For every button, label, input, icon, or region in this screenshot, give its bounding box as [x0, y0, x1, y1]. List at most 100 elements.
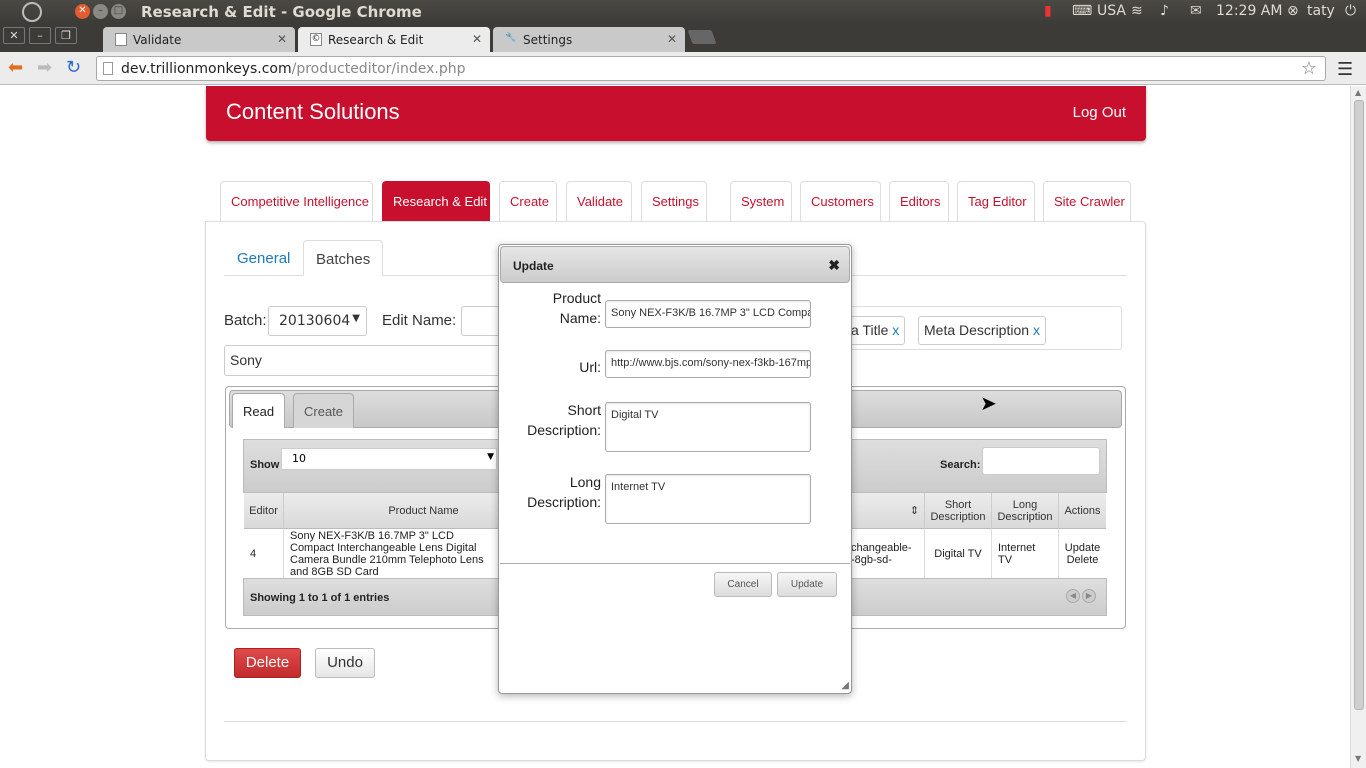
- nav-tab-competitive-intelligence[interactable]: Competitive Intelligence: [220, 181, 373, 221]
- column-header-long-description[interactable]: Long Description: [992, 493, 1059, 529]
- reload-icon[interactable]: ↻: [66, 57, 81, 78]
- short-description-label: Short Description:: [527, 402, 601, 438]
- tab-close-icon[interactable]: ✕: [472, 32, 482, 46]
- cell-url: changeable- -8gb-sd-: [845, 529, 925, 578]
- sort-icon[interactable]: ⇕: [905, 493, 925, 529]
- column-header-editor[interactable]: Editor: [244, 493, 284, 529]
- browser-minimize-icon[interactable]: –: [29, 27, 51, 44]
- previous-page-icon[interactable]: ◀: [1066, 589, 1080, 603]
- bookmark-star-icon[interactable]: ☆: [1301, 58, 1317, 79]
- batch-search-input[interactable]: Sony: [224, 345, 514, 376]
- delete-button[interactable]: Delete: [234, 648, 301, 678]
- widget-tab-read[interactable]: Read: [232, 393, 286, 428]
- row-delete-link[interactable]: Delete: [1067, 554, 1099, 566]
- long-description-textarea[interactable]: Internet TV: [605, 474, 811, 524]
- browser-tab-validate[interactable]: Validate ✕: [103, 27, 295, 52]
- dialog-title: Update: [513, 259, 554, 273]
- nav-tab-system[interactable]: System: [730, 181, 792, 221]
- keyboard-layout[interactable]: USA: [1097, 3, 1126, 19]
- brand-title[interactable]: Content Solutions: [226, 99, 400, 125]
- volume-icon[interactable]: ♪: [1160, 3, 1169, 19]
- scrollbar-thumb[interactable]: [1354, 100, 1364, 710]
- browser-close-icon[interactable]: ✕: [3, 27, 25, 44]
- resize-handle-icon[interactable]: ◢: [841, 680, 849, 691]
- product-name-input[interactable]: Sony NEX-F3K/B 16.7MP 3" LCD Compact Int…: [605, 300, 811, 328]
- bottom-divider: [224, 721, 1127, 722]
- row-update-link[interactable]: Update: [1065, 542, 1100, 554]
- new-tab-button[interactable]: [687, 30, 717, 44]
- tag-remove-icon[interactable]: x: [1033, 322, 1040, 338]
- dialog-titlebar[interactable]: Update ✖: [500, 246, 850, 283]
- tag-label: a Title: [851, 322, 889, 338]
- column-header-actions[interactable]: Actions: [1059, 493, 1106, 529]
- logout-link[interactable]: Log Out: [1073, 104, 1126, 121]
- browser-restore-icon[interactable]: ❐: [55, 27, 77, 44]
- nav-tab-settings[interactable]: Settings: [641, 181, 707, 221]
- subtab-batches[interactable]: Batches: [303, 240, 384, 276]
- nav-tab-create[interactable]: Create: [499, 181, 557, 221]
- mouse-cursor-icon: ➤: [980, 391, 997, 415]
- cancel-button[interactable]: Cancel: [714, 572, 772, 597]
- nav-tab-research-edit[interactable]: Research & Edit: [382, 181, 490, 221]
- browser-tab-research-edit[interactable]: © Research & Edit ✕: [298, 27, 490, 52]
- keyboard-icon[interactable]: ⌨: [1072, 3, 1092, 19]
- menu-icon[interactable]: ☰: [1337, 59, 1353, 80]
- window-minimize-icon[interactable]: –: [93, 4, 108, 19]
- tag-remove-icon[interactable]: x: [892, 322, 899, 338]
- ubuntu-logo-icon[interactable]: [22, 2, 42, 22]
- tag-label: Meta Description: [924, 322, 1030, 338]
- table-search-input[interactable]: [982, 447, 1100, 475]
- power-icon[interactable]: ⏻: [1345, 3, 1356, 19]
- page-length-select[interactable]: 10 ▼: [281, 448, 497, 470]
- long-description-label: Long Description:: [527, 474, 601, 510]
- dialog-divider: [500, 563, 850, 564]
- widget-tab-create[interactable]: Create: [293, 393, 355, 428]
- update-button[interactable]: Update: [777, 572, 837, 597]
- batch-select[interactable]: 20130604 ▼: [268, 306, 367, 336]
- forward-arrow-icon[interactable]: ➡: [37, 57, 52, 78]
- page-viewport: Content Solutions Log Out Competitive In…: [0, 86, 1350, 768]
- nav-tab-site-crawler[interactable]: Site Crawler: [1043, 181, 1131, 221]
- subtab-general[interactable]: General: [225, 240, 302, 276]
- window-close-icon[interactable]: ✕: [75, 4, 90, 19]
- browser-tab-settings[interactable]: 🔧 Settings ✕: [493, 27, 685, 52]
- browser-toolbar: ⬅ ➡ ↻ dev.trillionmonkeys.com/productedi…: [0, 52, 1366, 85]
- window-maximize-icon[interactable]: □: [111, 4, 126, 19]
- mail-icon[interactable]: ✉: [1190, 3, 1202, 19]
- url-path: /producteditor/index.php: [291, 61, 466, 77]
- user-name[interactable]: taty: [1307, 3, 1335, 19]
- scroll-down-icon[interactable]: ▼: [1355, 754, 1361, 763]
- cell-short-description: Digital TV: [925, 529, 992, 578]
- browser-tabstrip: ✕ – ❐ Validate ✕ © Research & Edit ✕ 🔧 S…: [0, 24, 1366, 52]
- column-header-short-description[interactable]: Short Description: [925, 493, 992, 529]
- address-bar[interactable]: dev.trillionmonkeys.com/producteditor/in…: [96, 56, 1326, 81]
- tag-chip-meta-description[interactable]: Meta Description x: [918, 316, 1046, 345]
- tab-label: Research & Edit: [328, 33, 424, 47]
- nav-tab-customers[interactable]: Customers: [800, 181, 881, 221]
- cell-product-name: Sony NEX-F3K/B 16.7MP 3" LCD Compact Int…: [290, 529, 484, 578]
- undo-button[interactable]: Undo: [315, 648, 375, 678]
- scroll-up-icon[interactable]: ▲: [1355, 88, 1361, 97]
- edit-name-label: Edit Name:: [382, 312, 457, 329]
- back-arrow-icon[interactable]: ⬅: [8, 57, 23, 78]
- tab-close-icon[interactable]: ✕: [277, 32, 287, 46]
- tab-label: Settings: [523, 33, 573, 47]
- tag-chip-meta-title[interactable]: a Title x: [846, 316, 906, 345]
- page-length-value: 10: [292, 452, 306, 465]
- page-icon: [103, 62, 113, 75]
- tab-close-icon[interactable]: ✕: [667, 32, 677, 46]
- user-status-icon[interactable]: ⊗: [1287, 3, 1299, 19]
- batch-label: Batch:: [224, 312, 267, 329]
- wifi-icon[interactable]: ≋: [1131, 3, 1143, 19]
- clock[interactable]: 12:29 AM: [1216, 3, 1282, 19]
- close-icon[interactable]: ✖: [828, 257, 840, 274]
- url-input[interactable]: http://www.bjs.com/sony-nex-f3kb-167mp-3…: [605, 350, 811, 378]
- indicator-icon[interactable]: ▮: [1044, 3, 1052, 19]
- nav-tab-editors[interactable]: Editors: [889, 181, 949, 221]
- nav-tab-validate[interactable]: Validate: [566, 181, 632, 221]
- vertical-scrollbar[interactable]: ▲ ▼: [1350, 86, 1366, 768]
- nav-tab-tag-editor[interactable]: Tag Editor: [957, 181, 1035, 221]
- caret-down-icon: ▼: [487, 452, 494, 462]
- next-page-icon[interactable]: ▶: [1082, 589, 1096, 603]
- short-description-textarea[interactable]: Digital TV: [605, 402, 811, 452]
